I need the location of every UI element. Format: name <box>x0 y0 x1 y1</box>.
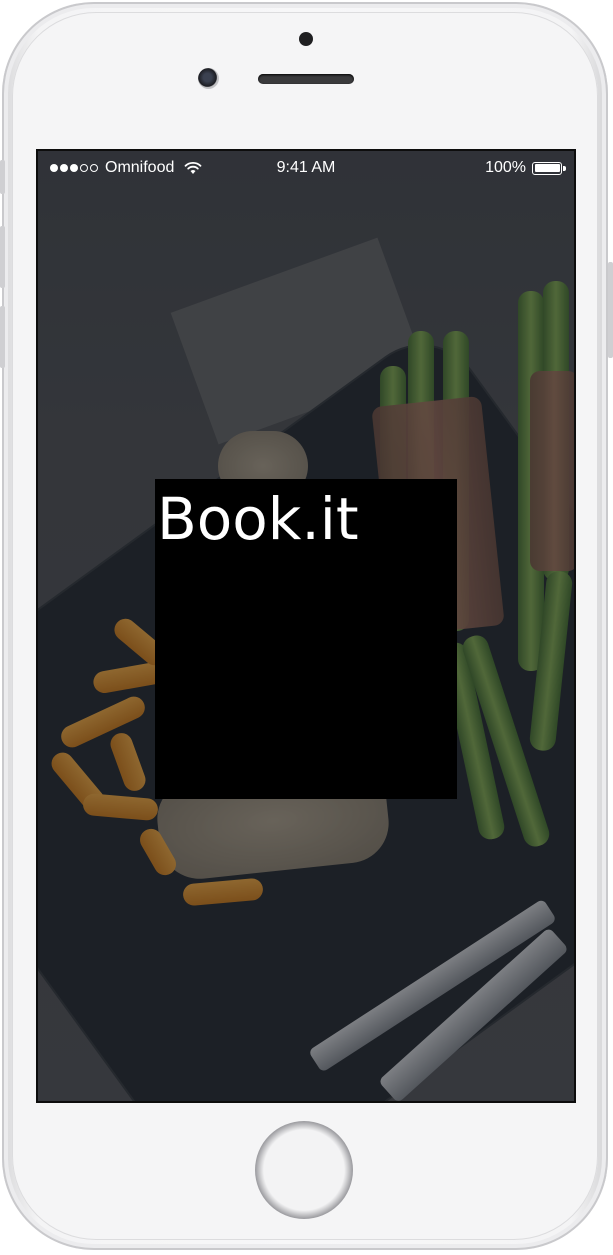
app-logo-text: Book.it <box>157 485 359 553</box>
front-camera-icon <box>198 68 219 89</box>
mute-switch <box>0 160 5 194</box>
power-button <box>608 262 613 358</box>
logo-box: Book.it <box>155 479 457 799</box>
earpiece-speaker <box>258 74 354 84</box>
battery-percentage: 100% <box>485 159 526 176</box>
status-right: 100% <box>485 159 566 177</box>
home-button[interactable] <box>255 1121 353 1219</box>
battery-fill <box>534 164 560 172</box>
proximity-sensor <box>299 32 313 46</box>
battery-icon <box>532 161 566 175</box>
volume-up-button <box>0 226 5 288</box>
volume-down-button <box>0 306 5 368</box>
status-bar: Omnifood 9:41 AM 100% <box>38 151 574 187</box>
phone-screen: Omnifood 9:41 AM 100% Book.it <box>36 149 576 1103</box>
